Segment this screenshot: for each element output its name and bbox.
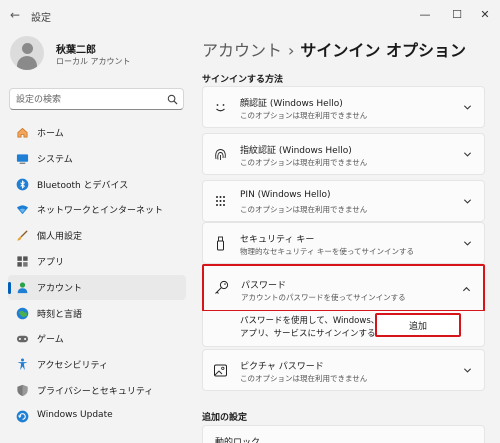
time-language-icon [16,307,29,319]
option-face-recognition[interactable]: 顔認証 (Windows Hello) このオプションは現在利用できません [202,86,485,128]
add-password-button[interactable]: 追加 [375,313,461,337]
chevron-down-icon[interactable] [463,366,472,375]
sidebar-item-label: 時刻と言語 [37,309,83,320]
sidebar-item-label: ゲーム [37,335,64,346]
chevron-down-icon[interactable] [463,103,472,112]
sidebar-item-gaming[interactable]: ゲーム [8,326,186,351]
sidebar-item-network[interactable]: ネットワークとインターネット [8,197,186,222]
network-icon [16,205,29,215]
sidebar-item-label: Bluetooth とデバイス [37,180,129,191]
option-dynamic-lock[interactable]: 動的ロック [202,425,485,443]
fingerprint-icon [215,149,226,160]
password-expanded-panel: パスワードを使用して、Windows、アプリ、サービスにサインインする 追加 [202,311,485,347]
option-security-key[interactable]: セキュリティ キー 物理的なセキュリティ キーを使ってサインインする [202,222,485,264]
update-icon [16,410,29,423]
search-input[interactable] [16,92,166,107]
apps-icon [17,256,28,267]
section-heading-additional: 追加の設定 [202,413,248,423]
option-title: パスワード [241,281,287,291]
sidebar-item-personalization[interactable]: 個人用設定 [8,223,186,248]
sidebar-item-label: 個人用設定 [37,232,83,243]
user-profile[interactable]: 秋葉二郎 ローカル アカウント [10,36,190,76]
maximize-button[interactable]: ☐ [442,3,472,25]
sidebar-item-label: アクセシビリティ [37,361,109,372]
option-subtitle: このオプションは現在利用できません [240,111,368,120]
sidebar-item-label: アカウント [37,283,83,294]
gaming-icon [16,336,29,343]
option-title: ピクチャ パスワード [240,362,324,372]
breadcrumb-parent[interactable]: アカウント [202,41,282,60]
sidebar-item-label: Windows Update [37,409,113,420]
back-arrow-icon[interactable]: ← [8,8,22,22]
app-title: 設定 [31,13,51,24]
option-pin[interactable]: PIN (Windows Hello) このオプションは現在利用できません [202,180,485,222]
chevron-down-icon[interactable] [463,150,472,159]
sidebar-item-apps[interactable]: アプリ [8,249,186,274]
option-title: セキュリティ キー [240,235,315,245]
bluetooth-icon [16,178,29,190]
sidebar-item-label: ネットワークとインターネット [37,206,164,217]
sidebar-item-label: アプリ [37,257,65,268]
option-title: 指紋認証 (Windows Hello) [240,146,352,156]
minimize-button[interactable]: — [410,3,440,25]
chevron-up-icon[interactable] [462,285,471,294]
close-button[interactable]: ✕ [470,3,500,25]
user-name: 秋葉二郎 [56,45,96,56]
usb-key-icon [217,236,224,251]
sidebar-item-label: プライバシーとセキュリティ [37,386,154,397]
sidebar-item-accessibility[interactable]: アクセシビリティ [8,352,186,377]
option-title: PIN (Windows Hello) [240,190,331,200]
password-description: パスワードを使用して、Windows、アプリ、サービスにサインインする [240,316,380,339]
key-icon [215,280,229,294]
sidebar-item-windows-update[interactable]: Windows Update [8,404,186,429]
breadcrumb: アカウント › サインイン オプション [202,37,466,61]
page-title: サインイン オプション [300,41,466,60]
title-bar: ← 設定 — ☐ ✕ [0,0,500,30]
sidebar-nav: ホーム システム Bluetooth とデバイス ネットワークとインターネット [8,120,186,430]
accessibility-icon [17,358,28,371]
option-picture-password[interactable]: ピクチャ パスワード このオプションは現在利用できません [202,349,485,391]
chevron-down-icon[interactable] [463,239,472,248]
face-icon [216,104,225,112]
system-icon [16,154,29,164]
option-subtitle: このオプションは現在利用できません [240,374,368,383]
option-subtitle: このオプションは現在利用できません [240,158,368,167]
search-icon [167,94,178,105]
brush-icon [17,230,28,241]
option-title: 顔認証 (Windows Hello) [240,99,343,109]
section-heading-signin: サインインする方法 [202,75,284,85]
account-type: ローカル アカウント [56,57,131,66]
sidebar-item-privacy[interactable]: プライバシーとセキュリティ [8,378,186,403]
breadcrumb-separator: › [288,41,295,60]
sidebar-item-label: ホーム [37,129,64,139]
sidebar-item-time-language[interactable]: 時刻と言語 [8,301,186,326]
account-icon [17,282,28,293]
sidebar-item-label: システム [37,154,73,165]
settings-window: ← 設定 — ☐ ✕ 秋葉二郎 ローカル アカウント ホーム [0,0,500,443]
shield-icon [17,384,28,397]
sidebar-item-accounts[interactable]: アカウント [8,274,186,300]
avatar [10,36,44,70]
sidebar-item-home[interactable]: ホーム [8,120,186,145]
option-fingerprint[interactable]: 指紋認証 (Windows Hello) このオプションは現在利用できません [202,133,485,175]
picture-icon [214,364,227,377]
chevron-down-icon[interactable] [463,197,472,206]
sidebar-item-system[interactable]: システム [8,146,186,171]
option-password[interactable]: パスワード アカウントのパスワードを使ってサインインする [202,264,485,312]
option-title: 動的ロック [215,438,261,443]
option-subtitle: 物理的なセキュリティ キーを使ってサインインする [240,247,415,256]
pin-icon [216,196,225,206]
option-subtitle: このオプションは現在利用できません [240,205,368,214]
option-subtitle: アカウントのパスワードを使ってサインインする [241,293,406,302]
search-box[interactable] [9,88,184,110]
sidebar-item-bluetooth[interactable]: Bluetooth とデバイス [8,172,186,197]
home-icon [17,127,28,138]
